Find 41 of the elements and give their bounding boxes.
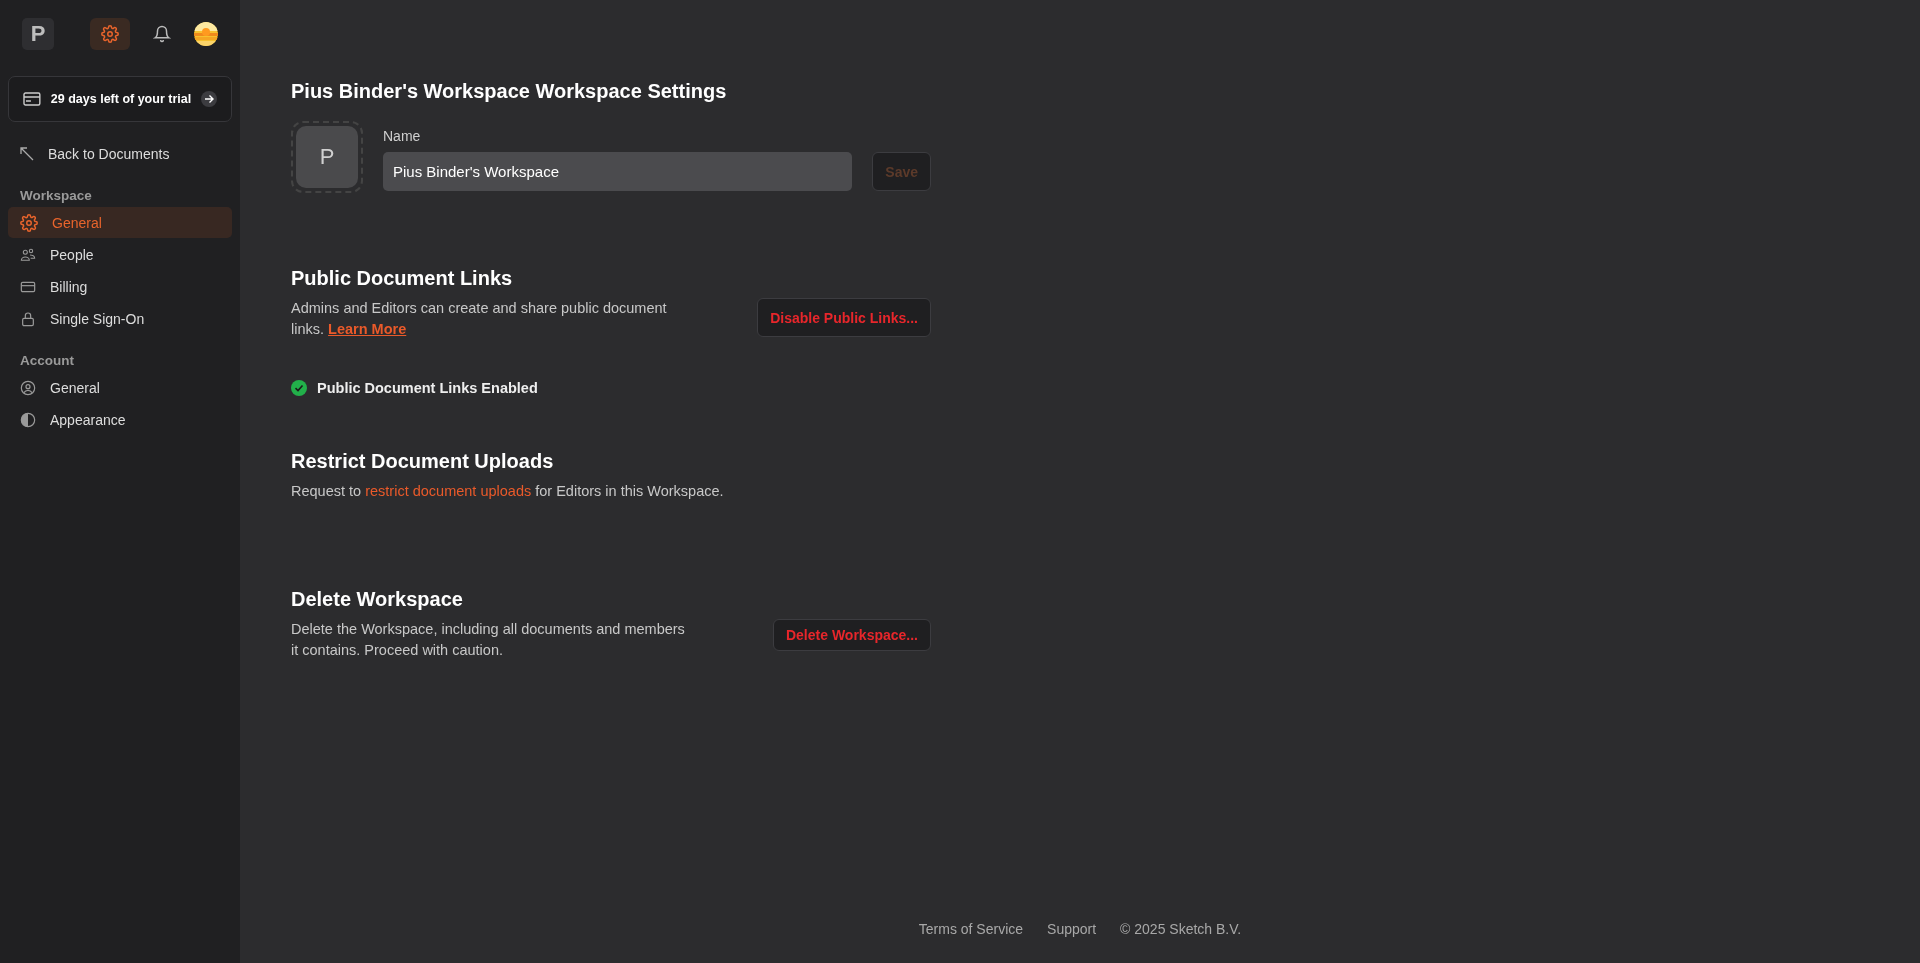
disable-links-button[interactable]: Disable Public Links... [757,298,931,337]
bell-icon [153,25,171,43]
section-title: Delete Workspace [291,588,464,611]
sidebar-item[interactable]: Billing [8,271,232,302]
page-title: Pius Binder's Workspace Workspace Settings [291,80,728,103]
gear-icon [20,213,38,232]
sidebar-item[interactable]: Single Sign-On [8,303,232,334]
back-link[interactable]: Back to Documents [8,138,232,170]
section-description: Admins and Editors can create and share public document links. Learn More [291,299,668,339]
workspace-avatar[interactable]: P [296,126,358,188]
section-description: Request to restrict document uploads for Editors in this Workspace. [291,482,724,501]
copyright-text: © 2025 Sketch B.V. [1120,921,1242,937]
footer-link[interactable]: Support [1047,921,1097,937]
field-label: Name [383,128,422,144]
section-heading: Workspace [20,188,93,203]
trial-text: 29 days left of your trial [50,92,192,106]
delete-workspace-button[interactable]: Delete Workspace... [772,619,931,651]
contrast-icon [20,411,36,428]
arrow-icon [20,147,34,161]
settings-button[interactable] [90,18,130,50]
gear-icon [101,25,119,43]
status-text: Public Document Links Enabled [317,380,538,396]
arrow-icon [201,91,217,107]
sidebar-item[interactable]: Appearance [8,404,232,435]
name-field[interactable]: Pius Binder's Workspace [383,152,853,191]
people-icon [20,246,36,263]
sidebar-item[interactable]: General [8,372,232,403]
lock-icon [20,310,36,327]
section-heading: Account [20,353,75,368]
restrict-uploads-link[interactable]: restrict document uploads [365,483,532,499]
section-title: Public Document Links [291,267,514,290]
footer-link[interactable]: Terms of Service [918,921,1024,937]
section-title: Restrict Document Uploads [291,450,555,473]
user-icon [20,379,36,396]
card-icon [23,92,41,106]
workspace-logo[interactable]: P [22,18,54,50]
sidebar-item[interactable]: General [8,207,232,238]
learn-more-link[interactable]: Learn More [328,321,407,337]
sidebar-item[interactable]: People [8,239,232,270]
section-description: Delete the Workspace, including all documents and members it contains. Proceed with caution. [291,620,686,660]
trial-banner[interactable]: 29 days left of your trial [8,76,232,122]
